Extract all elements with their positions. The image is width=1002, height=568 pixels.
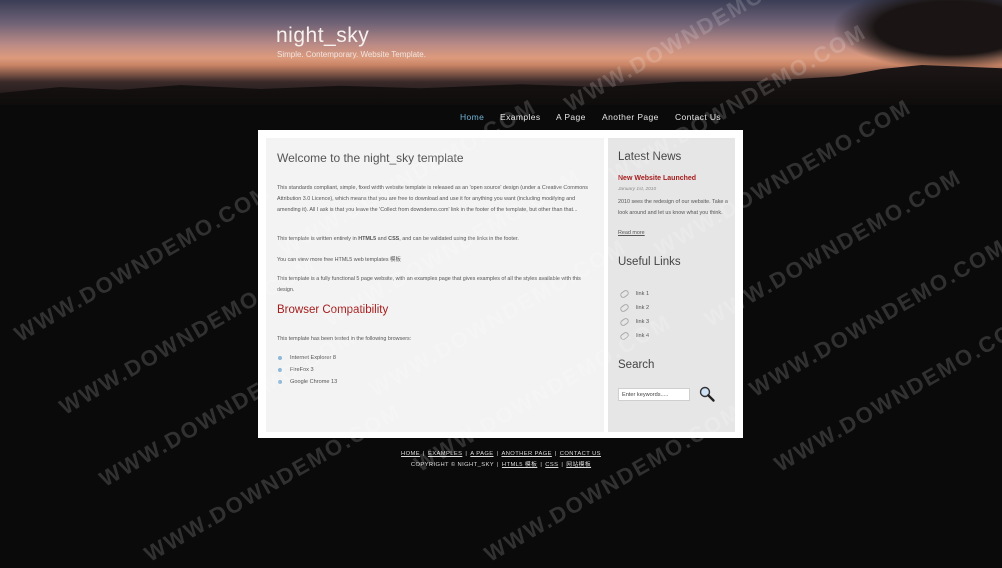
nav-a-page[interactable]: A Page — [556, 112, 586, 122]
html5-css-after: , and can be validated using the links i… — [399, 236, 519, 242]
watermark: WWW.DOWNDEMO.COM — [745, 233, 1002, 402]
site-title[interactable]: night_sky — [276, 24, 369, 48]
intro-paragraph: This standards compliant, simple, fixed … — [277, 185, 588, 213]
bullet-icon — [278, 368, 282, 372]
list-item: Internet Explorer 8 — [277, 352, 337, 364]
footer-site-link[interactable]: 网站模板 — [566, 462, 591, 468]
link-label[interactable]: link 4 — [636, 333, 649, 339]
bullet-icon — [278, 356, 282, 360]
main-nav: Home Examples A Page Another Page Contac… — [0, 112, 1002, 126]
read-more-link[interactable]: Read more — [618, 230, 645, 236]
separator: | — [554, 451, 557, 457]
footer-link-examples[interactable]: EXAMPLES — [428, 451, 462, 457]
news-title: New Website Launched — [618, 175, 697, 182]
separator: | — [465, 451, 468, 457]
link-label[interactable]: link 3 — [636, 319, 649, 325]
header-banner — [0, 0, 1002, 105]
useful-link-4[interactable]: link 4 — [618, 329, 649, 343]
useful-link-2[interactable]: link 2 — [618, 301, 649, 315]
search-input[interactable] — [618, 388, 690, 401]
link-label[interactable]: link 1 — [636, 291, 649, 297]
tree-silhouette — [832, 0, 1002, 70]
separator: | — [497, 462, 499, 468]
html5-text: HTML5 — [358, 236, 377, 242]
footer-nav: HOME | EXAMPLES | A PAGE | ANOTHER PAGE | CONTAC… — [0, 449, 1002, 460]
footer: HOME | EXAMPLES | A PAGE | ANOTHER PAGE | CONTAC… — [0, 449, 1002, 471]
sidebar: Latest News New Website Launched January… — [608, 138, 735, 432]
nav-examples[interactable]: Examples — [500, 112, 541, 122]
separator: | — [540, 462, 543, 468]
hills-silhouette — [0, 65, 1002, 105]
news-date: January 1st, 2010 — [618, 187, 657, 192]
html5-css-and: and — [376, 236, 389, 242]
footer-link-home[interactable]: HOME — [401, 451, 420, 457]
css-text: CSS — [388, 236, 400, 242]
copyright-text: COPYRIGHT © NIGHT_SKY — [410, 462, 495, 468]
compat-intro: This template has been tested in the fol… — [277, 336, 412, 342]
bullet-icon — [278, 380, 282, 384]
browser-name: Google Chrome 13 — [290, 379, 338, 385]
browser-name: Internet Explorer 8 — [290, 355, 337, 361]
news-body: 2010 sees the redesign of our website. T… — [618, 199, 728, 216]
browser-list: Internet Explorer 8 FireFox 3 Google Chr… — [277, 352, 337, 388]
footer-css-link[interactable]: CSS — [545, 462, 558, 468]
separator: | — [561, 462, 564, 468]
nav-contact-us[interactable]: Contact Us — [675, 112, 721, 122]
paperclip-icon — [619, 288, 630, 300]
footer-link-another-page[interactable]: ANOTHER PAGE — [501, 451, 551, 457]
nav-another-page[interactable]: Another Page — [602, 112, 659, 122]
watermark: WWW.DOWNDEMO.COM — [10, 178, 276, 347]
separator: | — [496, 451, 499, 457]
useful-link-3[interactable]: link 3 — [618, 315, 649, 329]
browser-name: FireFox 3 — [290, 367, 314, 373]
paperclip-icon — [619, 316, 630, 328]
more-templates-paragraph[interactable]: You can view more free HTML5 web templat… — [277, 255, 597, 266]
footer-link-a-page[interactable]: A PAGE — [470, 451, 493, 457]
paperclip-icon — [619, 330, 630, 342]
search-heading: Search — [618, 359, 655, 371]
footer-copyright: COPYRIGHT © NIGHT_SKY | HTML5 模板 | CSS | 网站模板 — [0, 460, 1002, 471]
paperclip-icon — [619, 302, 630, 314]
main-content: Welcome to the night_sky template This s… — [266, 138, 604, 432]
compat-heading: Browser Compatibility — [277, 304, 389, 316]
useful-links-list: link 1 link 2 link 3 link 4 — [618, 287, 649, 343]
separator: | — [423, 451, 425, 457]
news-heading: Latest News — [618, 151, 682, 163]
html5-css-paragraph: This template is written entirely in HTM… — [277, 234, 597, 245]
list-item: Google Chrome 13 — [277, 376, 337, 388]
functional-paragraph: This template is a fully functional 5 pa… — [277, 276, 581, 293]
list-item: FireFox 3 — [277, 364, 337, 376]
search-icon[interactable] — [698, 385, 716, 403]
nav-home[interactable]: Home — [460, 112, 484, 122]
footer-html5-link[interactable]: HTML5 模板 — [502, 462, 537, 468]
site-slogan: Simple. Contemporary. Website Template. — [277, 50, 426, 59]
welcome-heading: Welcome to the night_sky template — [277, 151, 464, 165]
links-heading: Useful Links — [618, 256, 681, 268]
footer-link-contact-us[interactable]: CONTACT US — [560, 451, 601, 457]
link-label[interactable]: link 2 — [636, 305, 649, 311]
useful-link-1[interactable]: link 1 — [618, 287, 649, 301]
html5-css-before: This template is written entirely in — [277, 236, 359, 242]
content-box: Welcome to the night_sky template This s… — [258, 130, 743, 438]
